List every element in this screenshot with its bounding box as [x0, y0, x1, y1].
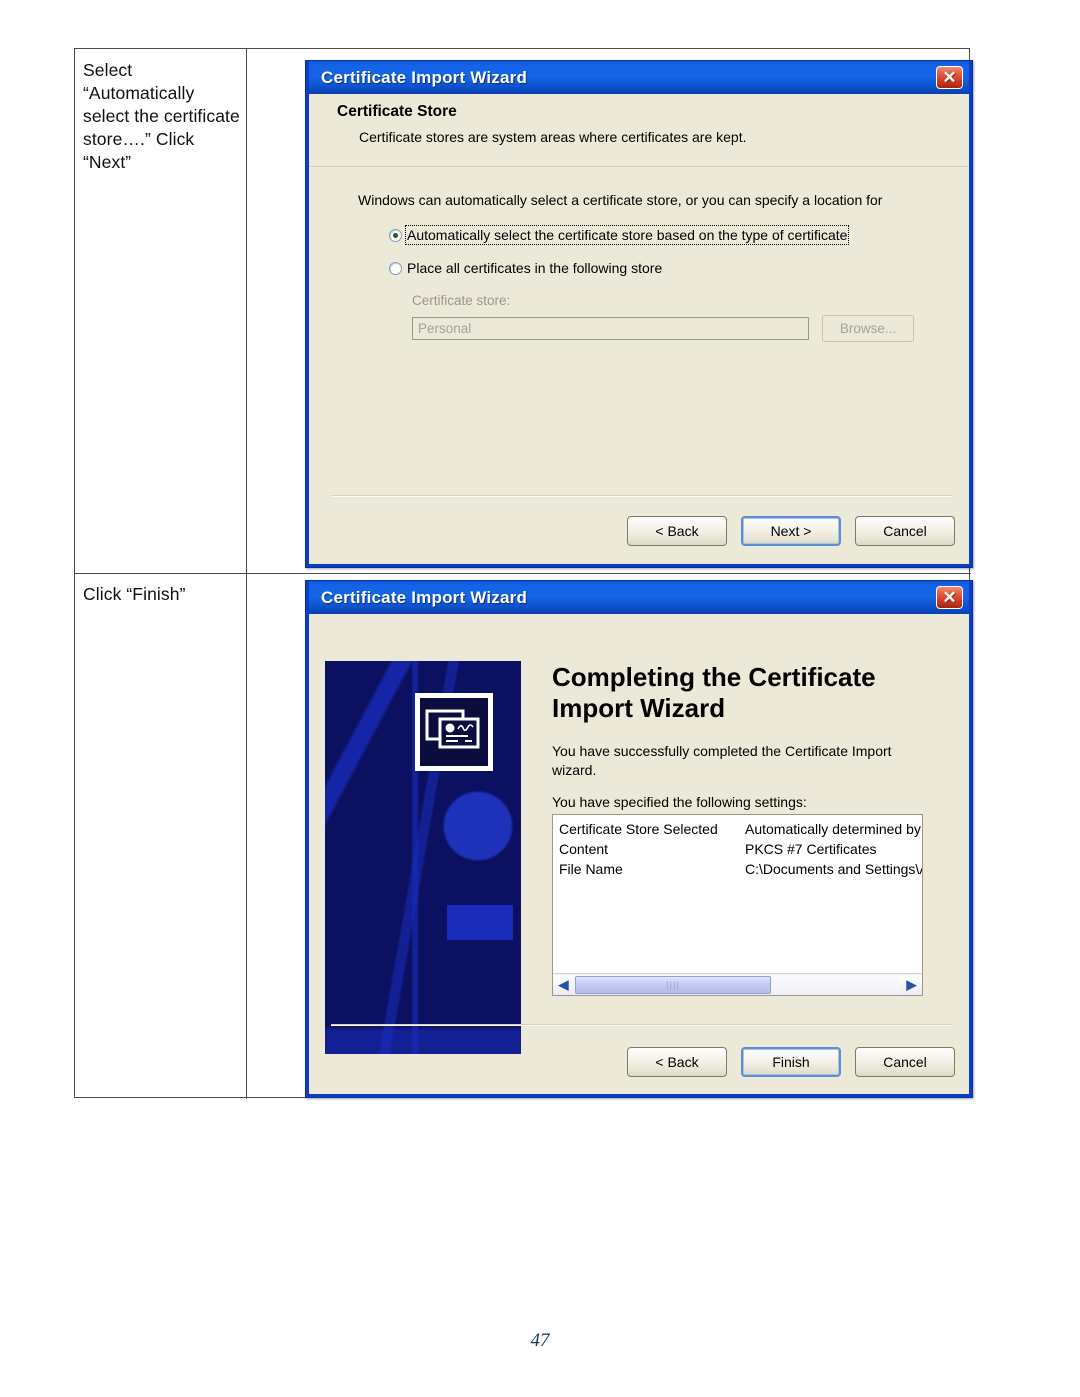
scrollbar-track[interactable]: ||||: [574, 974, 901, 995]
list-item[interactable]: File Name C:\Documents and Settings\A: [559, 859, 922, 879]
dialog-one-separator: [331, 495, 952, 497]
finish-button[interactable]: Finish: [741, 1047, 841, 1077]
radio-label-auto-select[interactable]: Automatically select the certificate sto…: [404, 225, 850, 245]
certificate-store-input[interactable]: Personal: [412, 317, 809, 340]
settings-key: File Name: [559, 861, 623, 877]
close-icon-glyph: ✕: [942, 588, 957, 607]
radio-auto-select-store[interactable]: Automatically select the certificate sto…: [389, 225, 850, 245]
dialog-two-title: Certificate Import Wizard: [321, 587, 528, 607]
list-item[interactable]: Content PKCS #7 Certificates: [559, 839, 922, 859]
settings-summary-list[interactable]: Certificate Store Selected Automatically…: [552, 814, 923, 996]
settings-value: PKCS #7 Certificates: [745, 841, 877, 857]
table-column-divider: [246, 49, 247, 1099]
scroll-right-arrow-icon[interactable]: ▶: [901, 974, 922, 995]
dialog-one-button-row: < Back Next > Cancel: [627, 516, 955, 546]
radio-dot-icon: [393, 232, 398, 238]
page-subtitle: Certificate stores are system areas wher…: [359, 129, 747, 145]
cancel-button[interactable]: Cancel: [855, 1047, 955, 1077]
radio-label-place-in-store[interactable]: Place all certificates in the following …: [407, 260, 662, 276]
dialog-two-button-row: < Back Finish Cancel: [627, 1047, 955, 1077]
dialog-two-separator: [331, 1024, 952, 1026]
scroll-left-arrow-icon[interactable]: ◀: [553, 974, 574, 995]
explanatory-text: Windows can automatically select a certi…: [358, 192, 883, 208]
list-item[interactable]: Certificate Store Selected Automatically…: [559, 819, 922, 839]
horizontal-scrollbar[interactable]: ◀ |||| ▶: [553, 973, 922, 995]
dialog-two-titlebar[interactable]: Certificate Import Wizard ✕: [309, 581, 969, 614]
radio-place-in-store[interactable]: Place all certificates in the following …: [389, 260, 662, 276]
certificate-icon-inner: [420, 698, 488, 766]
dialog-one-titlebar[interactable]: Certificate Import Wizard ✕: [309, 61, 969, 94]
close-icon[interactable]: ✕: [936, 586, 963, 609]
certificate-icon-svg: [425, 709, 480, 749]
dialog-two-body: Completing the Certificate Import Wizard…: [309, 614, 969, 1094]
settings-intro-text: You have specified the following setting…: [552, 794, 807, 810]
success-message: You have successfully completed the Cert…: [552, 743, 892, 778]
settings-value: C:\Documents and Settings\A: [745, 861, 923, 877]
instruction-cell-row2: Click “Finish”: [83, 584, 186, 604]
dialog-one-body: Certificate Store Certificate stores are…: [309, 94, 969, 564]
certificate-icon: [415, 693, 493, 771]
settings-list-body: Certificate Store Selected Automatically…: [553, 815, 922, 879]
back-button[interactable]: < Back: [627, 1047, 727, 1077]
certificate-store-dialog: Certificate Import Wizard ✕ Certificate …: [305, 60, 973, 568]
close-icon[interactable]: ✕: [936, 66, 963, 89]
page-number: 47: [530, 1330, 550, 1351]
instruction-cell-row1: Select “Automatically select the certifi…: [83, 60, 240, 172]
settings-key: Certificate Store Selected: [559, 821, 718, 837]
cancel-button[interactable]: Cancel: [855, 516, 955, 546]
dialog-one-header-band: Certificate Store Certificate stores are…: [309, 94, 969, 167]
table-row-divider: [75, 573, 971, 574]
settings-key: Content: [559, 841, 609, 857]
browse-button[interactable]: Browse...: [822, 315, 914, 342]
page-title: Certificate Store: [337, 103, 457, 120]
radio-button-icon-place[interactable]: [389, 261, 402, 275]
certificate-completion-dialog: Certificate Import Wizard ✕ Completing t…: [305, 580, 973, 1098]
back-button[interactable]: < Back: [627, 516, 727, 546]
next-button[interactable]: Next >: [741, 516, 841, 546]
radio-button-icon-auto[interactable]: [389, 228, 402, 242]
dialog-one-title: Certificate Import Wizard: [321, 67, 528, 87]
wizard-watermark: [325, 661, 521, 1054]
close-icon-glyph: ✕: [942, 68, 957, 87]
settings-value: Automatically determined by t: [745, 821, 923, 837]
welcome-heading: Completing the Certificate Import Wizard: [552, 662, 876, 723]
certificate-store-label: Certificate store:: [412, 293, 511, 308]
scrollbar-thumb[interactable]: ||||: [575, 975, 771, 994]
